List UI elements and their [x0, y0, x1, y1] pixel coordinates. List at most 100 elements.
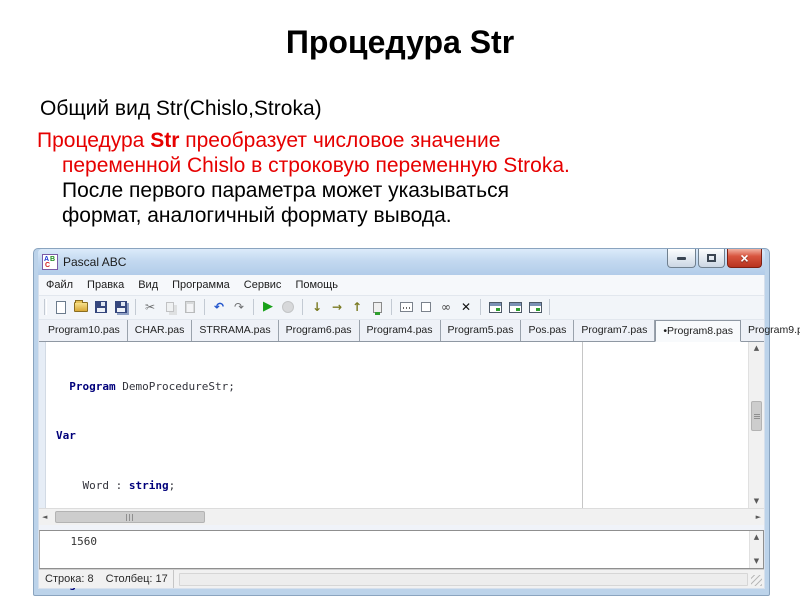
stop-button[interactable]	[278, 298, 298, 316]
tab-program4[interactable]: Program4.pas	[360, 319, 441, 341]
variables-window-icon	[508, 301, 522, 313]
menu-view[interactable]: Вид	[138, 279, 158, 291]
resize-grip-icon[interactable]	[751, 574, 762, 586]
maximize-button[interactable]	[698, 249, 725, 268]
app-logo-icon: ABC	[42, 254, 58, 270]
slide-body-text: Общий вид Str(Chislo,Stroka) Процедура S…	[37, 96, 697, 228]
close-button[interactable]: ×	[727, 249, 762, 268]
editor-right-pane[interactable]	[583, 341, 748, 508]
maximize-icon	[707, 254, 716, 262]
status-empty-panel	[179, 572, 748, 586]
paste-icon	[185, 301, 195, 314]
general-form-line: Общий вид Str(Chislo,Stroka)	[40, 97, 322, 120]
menu-file[interactable]: Файл	[46, 279, 73, 291]
menu-service[interactable]: Сервис	[244, 279, 282, 291]
variables-window-button[interactable]	[505, 298, 525, 316]
evaluate-icon	[399, 302, 413, 313]
open-file-button[interactable]	[71, 298, 91, 316]
step-into-button[interactable]: ↓	[307, 298, 327, 316]
editor-area: Program DemoProcedureStr; Var Word : str…	[39, 341, 764, 591]
evaluate-button[interactable]	[396, 298, 416, 316]
step-over-button[interactable]: →	[327, 298, 347, 316]
status-column: Столбец: 17	[105, 573, 168, 586]
undo-button[interactable]: ↶	[209, 298, 229, 316]
toolbar-separator	[480, 299, 481, 316]
menu-bar: Файл Правка Вид Программа Сервис Помощь	[39, 275, 764, 296]
output-scrollbar[interactable]: ▲ ▼	[749, 531, 763, 569]
cut-icon: ✂	[144, 300, 156, 315]
save-button[interactable]	[91, 298, 111, 316]
editor-horizontal-scrollbar[interactable]: ◄ ►	[39, 507, 764, 525]
close-icon: ×	[740, 250, 749, 266]
scroll-down-icon[interactable]: ▼	[754, 497, 759, 506]
cut-button[interactable]: ✂	[140, 298, 160, 316]
toolbar-separator	[253, 299, 254, 316]
horizontal-scroll-thumb[interactable]	[55, 510, 205, 523]
tab-program9[interactable]: Program9.pas	[741, 320, 800, 341]
toolbar-separator	[391, 299, 392, 316]
status-line: Строка: 8	[45, 573, 94, 586]
window-title: Pascal ABC	[63, 255, 127, 269]
step-over-icon: →	[331, 300, 343, 315]
save-icon	[95, 301, 107, 314]
step-out-icon: ↑	[351, 300, 363, 315]
step-out-button[interactable]: ↑	[347, 298, 367, 316]
tab-program6[interactable]: Program6.pas	[279, 319, 360, 341]
open-folder-icon	[74, 300, 88, 313]
tab-pos[interactable]: Pos.pas	[521, 319, 575, 341]
str-keyword: Str	[150, 129, 180, 152]
breakpoint-button[interactable]	[416, 298, 436, 316]
watch-icon: ∞	[441, 300, 451, 315]
toolbar-separator	[302, 299, 303, 316]
call-stack-window-button[interactable]	[525, 298, 545, 316]
breakpoint-icon	[421, 302, 431, 313]
window-controls: ×	[667, 249, 762, 268]
scroll-down-icon[interactable]: ▼	[754, 557, 759, 566]
tab-program8-active[interactable]: •Program8.pas	[655, 319, 741, 342]
clear-button[interactable]: ✕	[456, 298, 476, 316]
output-window-button[interactable]	[485, 298, 505, 316]
status-bar: Строка: 8 Столбец: 17	[39, 569, 764, 588]
menu-help[interactable]: Помощь	[295, 279, 338, 291]
tab-char[interactable]: CHAR.pas	[128, 319, 193, 341]
scroll-right-icon[interactable]: ►	[756, 513, 761, 522]
save-all-button[interactable]	[111, 298, 131, 316]
code-line: Program DemoProcedureStr;	[69, 379, 235, 393]
toolbar-separator	[204, 299, 205, 316]
output-panel[interactable]: 1560 ▲ ▼	[39, 530, 764, 570]
new-file-button[interactable]	[51, 298, 71, 316]
scroll-left-icon[interactable]: ◄	[42, 513, 47, 522]
vertical-scroll-thumb[interactable]	[751, 401, 762, 432]
copy-icon	[166, 302, 174, 313]
code-editor[interactable]: Program DemoProcedureStr; Var Word : str…	[46, 342, 582, 591]
tab-program7[interactable]: Program7.pas	[574, 319, 656, 341]
scroll-up-icon[interactable]: ▲	[754, 344, 759, 353]
window-body: Файл Правка Вид Программа Сервис Помощь …	[38, 275, 800, 591]
menu-edit[interactable]: Правка	[87, 279, 124, 291]
toolbar-grip	[44, 299, 47, 316]
code-line: Var	[56, 429, 76, 443]
menu-program[interactable]: Программа	[172, 279, 230, 291]
program-output: 1560	[44, 535, 97, 549]
tab-strrama[interactable]: STRRAMA.pas	[192, 319, 279, 341]
paste-button[interactable]	[180, 298, 200, 316]
presentation-slide: Процедура Str Общий вид Str(Chislo,Strok…	[0, 0, 800, 600]
scroll-up-icon[interactable]: ▲	[754, 533, 759, 542]
window-titlebar[interactable]: ABC Pascal ABC ×	[38, 249, 765, 275]
watch-button[interactable]: ∞	[436, 298, 456, 316]
tab-program5[interactable]: Program5.pas	[441, 319, 522, 341]
undo-icon: ↶	[213, 300, 225, 315]
file-tab-bar: Program10.pas CHAR.pas STRRAMA.pas Progr…	[39, 319, 800, 342]
code-line: Word : string;	[56, 478, 176, 492]
redo-button[interactable]: ↷	[229, 298, 249, 316]
toolbar-separator	[549, 299, 550, 316]
save-all-icon	[115, 301, 127, 314]
tab-program10[interactable]: Program10.pas	[41, 319, 128, 341]
copy-button[interactable]	[160, 298, 180, 316]
pascal-abc-window: ABC Pascal ABC × Файл Правка Вид Програм…	[33, 248, 800, 596]
editor-vertical-scrollbar[interactable]: ▲ ▼	[748, 341, 764, 508]
call-stack-window-icon	[528, 301, 542, 313]
run-to-cursor-button[interactable]	[367, 298, 387, 316]
run-button[interactable]: ▶	[258, 298, 278, 316]
minimize-button[interactable]	[667, 249, 696, 268]
